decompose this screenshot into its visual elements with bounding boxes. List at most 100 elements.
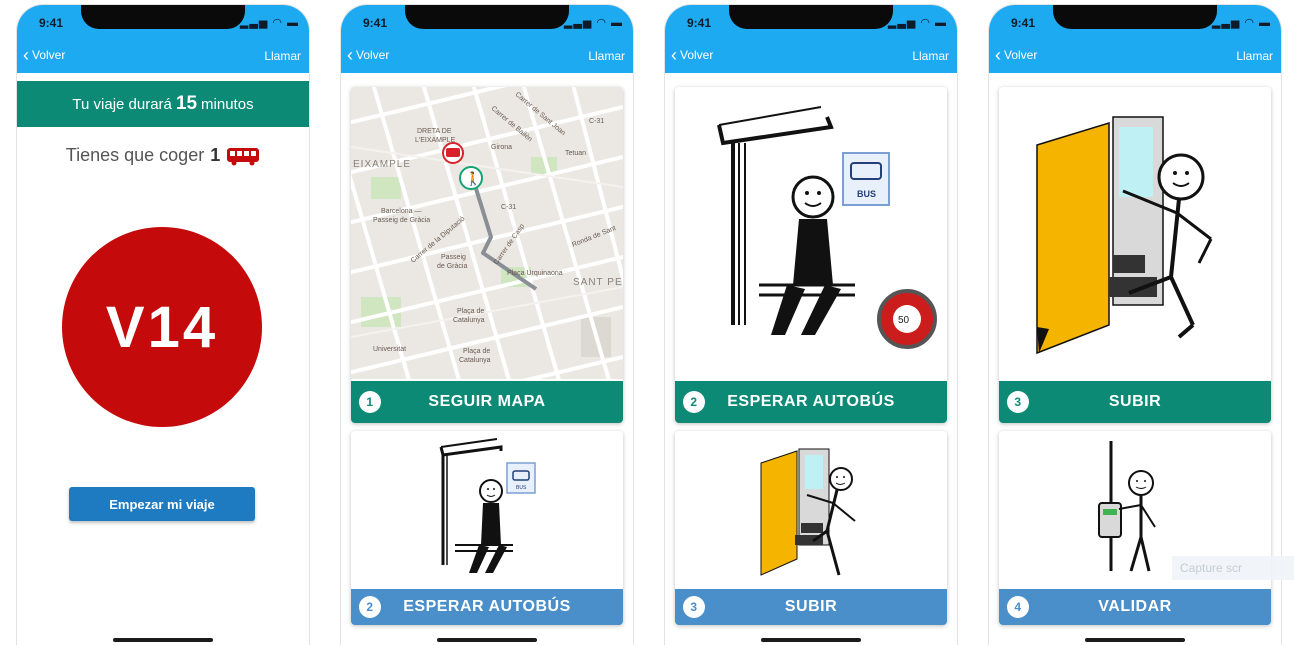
bus-sign-text: BUS	[516, 485, 527, 491]
call-button[interactable]: Llamar	[264, 49, 301, 63]
start-trip-button[interactable]: Empezar mi viaje	[69, 487, 255, 521]
trip-duration-banner: Tu viaje durará 15 minutos	[17, 81, 309, 127]
phone-screen-step-wait: 9:41 ▂▃▅ ◠ ▬ ‹ Volver Llamar BUS 50 2 ES…	[665, 5, 957, 645]
nav-bar: ‹ Volver Llamar	[341, 39, 633, 73]
call-button[interactable]: Llamar	[912, 49, 949, 63]
status-bar: 9:41 ▂▃▅ ◠ ▬	[17, 5, 309, 39]
call-button[interactable]: Llamar	[588, 49, 625, 63]
step-card-validate[interactable]: 4 VALIDAR	[999, 431, 1271, 625]
map-label: Passeig	[441, 254, 466, 261]
map-label: Universitat	[373, 346, 406, 353]
back-label: Volver	[680, 48, 714, 62]
status-time: 9:41	[363, 16, 388, 30]
wait-bus-pictogram: BUS 50	[675, 87, 947, 379]
back-button[interactable]: ‹ Volver	[995, 45, 1038, 65]
step-card-wait-bus[interactable]: BUS 2 ESPERAR AUTOBÚS	[351, 431, 623, 625]
home-indicator	[1085, 638, 1185, 642]
step-label: SEGUIR MAPA	[428, 393, 546, 410]
step-card-follow-map[interactable]: 🚶 DRETA DE L'EIXAMPLE EIXAMPLE Girona Te…	[351, 87, 623, 423]
status-bar: 9:41 ▂▃▅ ◠ ▬	[341, 5, 633, 39]
step-card-wait-bus[interactable]: BUS 50 2 ESPERAR AUTOBÚS	[675, 87, 947, 423]
nav-bar: ‹ Volver Llamar	[989, 39, 1281, 73]
bus-icon	[227, 147, 260, 165]
step-label: SUBIR	[1108, 393, 1162, 410]
back-label: Volver	[1004, 48, 1038, 62]
step-label: ESPERAR AUTOBÚS	[727, 393, 895, 410]
phone-notch	[1053, 5, 1217, 29]
map-label: Plaça de	[463, 348, 490, 355]
duration-unit: minutos	[201, 95, 254, 113]
step-label: ESPERAR AUTOBÚS	[403, 598, 571, 615]
wait-bus-pictogram: BUS	[351, 431, 623, 587]
map-canvas: 🚶 DRETA DE L'EIXAMPLE EIXAMPLE Girona Te…	[351, 87, 623, 423]
chevron-left-icon: ‹	[347, 45, 353, 65]
signal-wifi-battery-icon: ▂▃▅ ◠ ▬	[563, 17, 623, 29]
back-button[interactable]: ‹ Volver	[23, 45, 65, 65]
step-label: SUBIR	[784, 598, 838, 615]
step-number: 3	[1007, 391, 1029, 413]
step-number: 3	[683, 596, 705, 618]
chevron-left-icon: ‹	[995, 45, 1001, 65]
map-label: L'EIXAMPLE	[415, 137, 456, 144]
svg-text:🚶: 🚶	[465, 171, 481, 186]
status-time: 9:41	[1011, 16, 1036, 30]
map-label: Tetuan	[565, 150, 586, 157]
step-card-board[interactable]: 3 SUBIR	[675, 431, 947, 625]
back-label: Volver	[356, 48, 390, 62]
map-label: SANT PE	[573, 277, 623, 288]
duration-prefix: Tu viaje durará	[72, 95, 172, 113]
step-number: 2	[359, 596, 381, 618]
signal-wifi-battery-icon: ▂▃▅ ◠ ▬	[1211, 17, 1271, 29]
status-time: 9:41	[687, 16, 712, 30]
step-label-bar: 3 SUBIR	[675, 589, 947, 625]
bus-sign-text: BUS	[857, 189, 876, 199]
map-label: EIXAMPLE	[353, 159, 411, 170]
call-button[interactable]: Llamar	[1236, 49, 1273, 63]
route-map[interactable]: 🚶 DRETA DE L'EIXAMPLE EIXAMPLE Girona Te…	[351, 87, 623, 423]
board-bus-pictogram	[675, 431, 947, 587]
map-label: Girona	[491, 144, 512, 151]
map-label: Plaça Urquinaona	[507, 270, 563, 277]
status-bar: 9:41 ▂▃▅ ◠ ▬	[989, 5, 1281, 39]
map-label: Passeig de Gràcia	[373, 217, 430, 224]
bus-line-badge: V14	[62, 227, 262, 427]
step-label-bar: 2 ESPERAR AUTOBÚS	[351, 589, 623, 625]
map-label: Barcelona —	[381, 208, 421, 215]
phone-screen-trip-summary: 9:41 ▂▃▅ ◠ ▬ ‹ Volver Llamar Tu viaje du…	[17, 5, 309, 645]
step-card-board[interactable]: 3 SUBIR	[999, 87, 1271, 423]
take-count: 1	[210, 145, 221, 165]
home-indicator	[761, 638, 861, 642]
phone-notch	[405, 5, 569, 29]
bus-count-line: Tienes que coger 1	[17, 145, 309, 166]
signal-wifi-battery-icon: ▂▃▅ ◠ ▬	[239, 17, 299, 29]
phone-screen-step-map: 9:41 ▂▃▅ ◠ ▬ ‹ Volver Llamar 🚶 DRETA DE …	[341, 5, 633, 645]
chevron-left-icon: ‹	[671, 45, 677, 65]
map-label: C-31	[501, 204, 516, 211]
home-indicator	[113, 638, 213, 642]
step-label-bar: 4 VALIDAR	[999, 589, 1271, 625]
step-number: 4	[1007, 596, 1029, 618]
signal-wifi-battery-icon: ▂▃▅ ◠ ▬	[887, 17, 947, 29]
back-button[interactable]: ‹ Volver	[347, 45, 390, 65]
step-label-bar: 3 SUBIR	[999, 381, 1271, 423]
step-label-bar: 2 ESPERAR AUTOBÚS	[675, 381, 947, 423]
take-prefix: Tienes que coger	[65, 145, 205, 165]
phone-notch	[729, 5, 893, 29]
status-bar: 9:41 ▂▃▅ ◠ ▬	[665, 5, 957, 39]
step-number: 1	[359, 391, 381, 413]
back-button[interactable]: ‹ Volver	[671, 45, 714, 65]
duration-value: 15	[175, 93, 198, 114]
capture-overlay: Capture scr	[1172, 556, 1294, 580]
step-label: VALIDAR	[1098, 598, 1172, 615]
nav-bar: ‹ Volver Llamar	[17, 39, 309, 73]
map-label: C-31	[589, 118, 604, 125]
nav-bar: ‹ Volver Llamar	[665, 39, 957, 73]
phone-notch	[81, 5, 245, 29]
board-bus-pictogram	[999, 87, 1271, 379]
map-label: DRETA DE	[417, 128, 452, 135]
step-number: 2	[683, 391, 705, 413]
chevron-left-icon: ‹	[23, 45, 29, 65]
phone-screen-step-board: 9:41 ▂▃▅ ◠ ▬ ‹ Volver Llamar 3 SUBIR 4 V…	[989, 5, 1281, 645]
status-time: 9:41	[39, 16, 64, 30]
map-label: Catalunya	[459, 357, 491, 364]
